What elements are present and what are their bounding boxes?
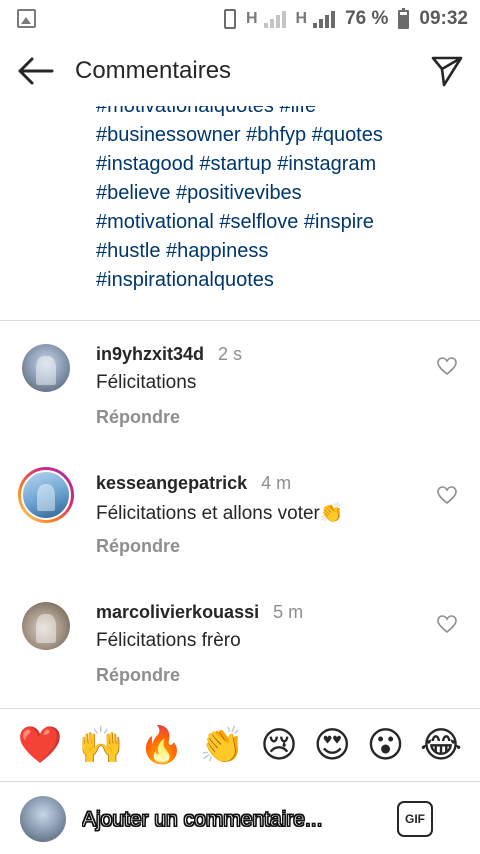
heart-eyes-emoji-button[interactable]: 😍 — [313, 728, 351, 764]
gif-button[interactable]: GIF — [397, 801, 433, 837]
comment-item: marcolivierkouassi 5 m Félicitations frèr… — [0, 588, 480, 708]
comment-text: Félicitations frèro — [96, 630, 241, 651]
reply-button[interactable]: Répondre — [96, 665, 180, 686]
heart-icon[interactable] — [437, 615, 457, 633]
image-notification-icon — [17, 9, 36, 28]
crying-face-emoji-button[interactable]: 😢 — [260, 728, 298, 764]
raising-hands-emoji-button[interactable]: 🙌 — [78, 728, 123, 764]
comment-time: 4 m — [261, 473, 292, 493]
battery-percent: 76 % — [345, 8, 389, 29]
username-text[interactable]: kesseangepatrick — [96, 473, 247, 493]
post-caption: #motivationalquotes #life #businessowner… — [96, 92, 466, 295]
send-icon[interactable] — [430, 54, 464, 88]
hashtag-line[interactable]: #businessowner #bhfyp #quotes — [96, 121, 466, 150]
vibrate-icon — [223, 9, 236, 29]
username-text[interactable]: marcolivierkouassi — [96, 602, 259, 622]
network-type-1: H — [245, 10, 258, 27]
avatar[interactable] — [22, 344, 70, 392]
username-text[interactable]: in9yhzxit34d — [96, 344, 204, 364]
reply-button[interactable]: Répondre — [96, 407, 180, 428]
battery-icon — [398, 7, 410, 29]
comment-item: kesseangepatrick 4 m Félicitations et all… — [0, 459, 480, 579]
heart-icon[interactable] — [437, 486, 457, 504]
comment-username[interactable]: in9yhzxit34d 2 s — [96, 344, 242, 365]
hashtag-line[interactable]: #inspirationalquotes — [96, 266, 466, 295]
comment-username[interactable]: kesseangepatrick 4 m — [96, 473, 291, 494]
status-bar: H H 76 % 09:32 — [0, 0, 480, 38]
heart-icon[interactable] — [437, 357, 457, 375]
comment-username[interactable]: marcolivierkouassi 5 m — [96, 602, 303, 623]
signal-icon-2 — [313, 10, 336, 28]
signal-icon — [263, 10, 286, 28]
caption-divider — [0, 320, 480, 321]
comment-input[interactable] — [82, 806, 372, 834]
emoji-bar-divider — [0, 708, 480, 709]
comment-text: Félicitations et allons voter👏 — [96, 503, 344, 524]
comment-text: Félicitations — [96, 372, 197, 393]
red-heart-emoji-button[interactable]: ❤️ — [18, 728, 63, 764]
page-title: Commentaires — [75, 57, 232, 84]
avatar-with-story[interactable] — [18, 467, 74, 523]
emoji-bar: ❤️ 🙌 🔥 👏 😢 😍 😮 😂 — [0, 716, 480, 776]
clock: 09:32 — [419, 8, 468, 29]
comment-time: 5 m — [273, 602, 304, 622]
back-arrow-icon[interactable] — [16, 56, 54, 86]
reply-button[interactable]: Répondre — [96, 536, 180, 557]
comment-composer: GIF — [0, 782, 480, 854]
fire-emoji-button[interactable]: 🔥 — [139, 728, 184, 764]
network-type-2: H — [295, 10, 308, 27]
comment-item: in9yhzxit34d 2 s Félicitations Répondre — [0, 330, 480, 450]
hashtag-line[interactable]: #believe #positivevibes — [96, 179, 466, 208]
clapping-hands-emoji-button[interactable]: 👏 — [200, 728, 245, 764]
hashtag-line[interactable]: #hustle #happiness — [96, 237, 466, 266]
tears-of-joy-emoji-button[interactable]: 😂 — [420, 728, 462, 764]
surprised-face-emoji-button[interactable]: 😮 — [367, 728, 405, 764]
hashtag-line[interactable]: #motivational #selflove #inspire — [96, 208, 466, 237]
avatar[interactable] — [22, 602, 70, 650]
header-bar: Commentaires — [0, 38, 480, 106]
status-bar-right: H H 76 % 09:32 — [223, 7, 468, 31]
hashtag-line[interactable]: #instagood #startup #instagram — [96, 150, 466, 179]
current-user-avatar — [20, 796, 66, 842]
comment-time: 2 s — [218, 344, 243, 364]
